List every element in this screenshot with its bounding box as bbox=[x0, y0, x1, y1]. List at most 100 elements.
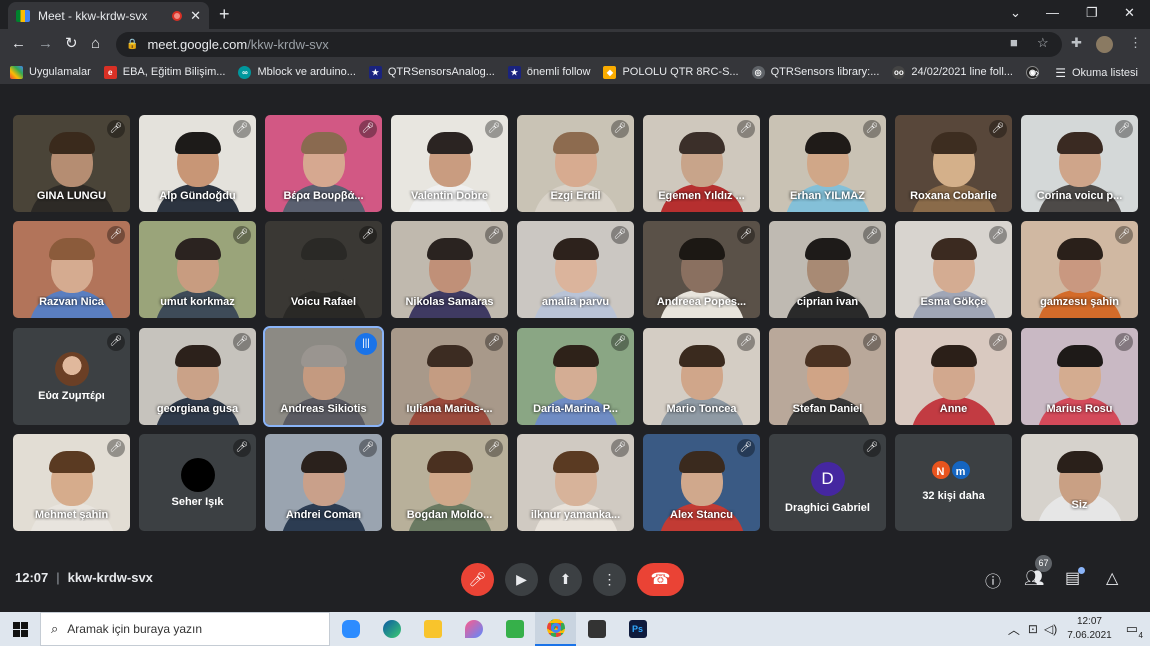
participant-tile[interactable]: 🎤︎ Egemen Yıldız ... bbox=[643, 115, 760, 212]
minimize-button[interactable]: — bbox=[1046, 5, 1059, 20]
tray-chevron-icon[interactable]: ︿ bbox=[1008, 621, 1020, 638]
leave-call-button[interactable]: ☎ bbox=[637, 563, 684, 596]
participant-tile[interactable]: 🎤︎ umut korkmaz bbox=[139, 221, 256, 318]
participant-tile[interactable]: 🎤︎ Iuliana Marius-... bbox=[391, 328, 508, 425]
camtasia-app[interactable] bbox=[494, 612, 535, 646]
mic-off-icon: 🎤︎ bbox=[989, 226, 1007, 244]
avatar-initial: D bbox=[810, 462, 845, 496]
participant-tile[interactable]: Siz bbox=[1021, 434, 1138, 521]
participant-tile[interactable]: 🎤︎ Nikolas Samaras bbox=[391, 221, 508, 318]
participant-tile-seher[interactable]: 🎤︎ Seher Işık bbox=[139, 434, 256, 531]
participant-tile[interactable]: 🎤︎ Bogdan Moldo... bbox=[391, 434, 508, 531]
more-options-button[interactable]: ⋮ bbox=[593, 563, 626, 596]
participant-tile[interactable]: 🎤︎ Voicu Rafael bbox=[265, 221, 382, 318]
participant-tile[interactable]: 🎤︎ GINA LUNGU bbox=[13, 115, 130, 212]
bookmark-eba[interactable]: e EBA, Eğitim Bilişim... bbox=[103, 65, 225, 79]
notification-center-icon[interactable]: ▭ 4 bbox=[1126, 621, 1143, 640]
bookmark-star-icon[interactable]: ☆ bbox=[1037, 35, 1049, 51]
chrome-app[interactable] bbox=[535, 612, 576, 646]
participant-tile[interactable]: 🎤︎ ilknur yamanka... bbox=[517, 434, 634, 531]
participant-tile[interactable]: 🎤︎ Erhan YILMAZ bbox=[769, 115, 886, 212]
paint3d-app[interactable] bbox=[453, 612, 494, 646]
browser-tab[interactable]: Meet - kkw-krdw-svx ✕ bbox=[8, 2, 209, 29]
bookmarks-overflow-button[interactable]: » bbox=[1032, 65, 1039, 80]
participant-tile[interactable]: ||| Andreas Sikiotis bbox=[263, 326, 384, 427]
tab-search-icon[interactable]: ⌄ bbox=[1010, 5, 1021, 21]
mic-off-icon: 🎤︎ bbox=[1115, 120, 1133, 138]
participant-name: Erhan YILMAZ bbox=[790, 190, 865, 202]
bookmark-pololu[interactable]: ◆ POLOLU QTR 8RC-S... bbox=[603, 65, 739, 79]
extensions-icon[interactable]: ✚ bbox=[1071, 35, 1082, 51]
reading-list-button[interactable]: Okuma listesi bbox=[1072, 67, 1138, 79]
bookmark-label: önemli follow bbox=[526, 66, 591, 78]
present-screen-button[interactable]: ⬆ bbox=[549, 563, 582, 596]
volume-icon[interactable]: ◁) bbox=[1044, 622, 1057, 636]
participant-tile[interactable]: 🎤︎ Mario Toncea bbox=[643, 328, 760, 425]
taskbar-search-box[interactable]: ⌕ Aramak için buraya yazın bbox=[40, 612, 330, 646]
participant-tile[interactable]: 🎤︎ Mehmet şahin bbox=[13, 434, 130, 531]
zoom-app[interactable] bbox=[330, 612, 371, 646]
store-app[interactable] bbox=[576, 612, 617, 646]
participant-hair bbox=[426, 238, 473, 260]
mic-toggle-button[interactable]: 🎤︎ bbox=[461, 563, 494, 596]
forward-icon[interactable]: → bbox=[38, 35, 53, 53]
participant-tile[interactable]: 🎤︎ Stefan Daniel bbox=[769, 328, 886, 425]
participant-tile[interactable]: 🎤︎ Alp Gündoğdu bbox=[139, 115, 256, 212]
participant-tile[interactable]: 🎤︎ Corina voicu p... bbox=[1021, 115, 1138, 212]
participant-tile[interactable]: 🎤︎ ciprian ivan bbox=[769, 221, 886, 318]
bookmark-qtr-analog[interactable]: ★ QTRSensorsAnalog... bbox=[368, 65, 495, 79]
more-participants-tile[interactable]: N m 32 kişi daha bbox=[895, 434, 1012, 531]
bookmark-mblock[interactable]: ∞ Mblock ve arduino... bbox=[238, 65, 356, 79]
network-icon[interactable]: ⊡ bbox=[1028, 622, 1038, 636]
home-icon[interactable]: ⌂ bbox=[91, 35, 100, 53]
bookmark-line-follow[interactable]: oo 24/02/2021 line foll... bbox=[892, 65, 1013, 79]
camera-icon[interactable]: ■ bbox=[1010, 35, 1018, 50]
activities-icon[interactable]: △ bbox=[1106, 568, 1118, 588]
bookmark-apps[interactable]: Uygulamalar bbox=[10, 65, 91, 79]
address-bar[interactable]: 🔒 meet.google.com/kkw-krdw-svx bbox=[116, 32, 1062, 57]
close-tab-icon[interactable]: ✕ bbox=[190, 8, 201, 24]
participant-tile[interactable]: 🎤︎ Βέρα Βουρβά... bbox=[265, 115, 382, 212]
participant-name: Mario Toncea bbox=[666, 403, 737, 415]
camera-toggle-button[interactable]: ▶ bbox=[505, 563, 538, 596]
meeting-grid: 🎤︎ Εύα Ζυμπέρι 🎤︎ Seher Işık 🎤︎ D Draghi… bbox=[0, 86, 1150, 612]
new-tab-button[interactable]: + bbox=[219, 5, 230, 23]
participant-tile[interactable]: 🎤︎ Ezgi Erdil bbox=[517, 115, 634, 212]
participant-tile[interactable]: 🎤︎ gamzesu şahin bbox=[1021, 221, 1138, 318]
participant-tile[interactable]: 🎤︎ Esma Gökçe bbox=[895, 221, 1012, 318]
participant-tile[interactable]: 🎤︎ georgiana gusa bbox=[139, 328, 256, 425]
tripadvisor-icon: oo bbox=[892, 65, 906, 79]
search-icon: ⌕ bbox=[51, 621, 59, 636]
participant-tile[interactable]: 🎤︎ Alex Stancu bbox=[643, 434, 760, 531]
back-icon[interactable]: ← bbox=[11, 35, 26, 53]
participant-tile[interactable]: 🎤︎ Daria-Marina P... bbox=[517, 328, 634, 425]
participant-hair bbox=[804, 345, 851, 367]
zoom-icon bbox=[341, 620, 360, 638]
windows-start-button[interactable] bbox=[0, 612, 40, 646]
taskbar-clock[interactable]: 12:07 7.06.2021 bbox=[1067, 615, 1112, 643]
reload-icon[interactable]: ↻ bbox=[65, 35, 78, 53]
participant-tile[interactable]: 🎤︎ Andreea Popes... bbox=[643, 221, 760, 318]
participant-tile[interactable]: 🎤︎ amalia parvu bbox=[517, 221, 634, 318]
menu-kebab-icon[interactable]: ⋮ bbox=[1129, 35, 1142, 51]
edge-app[interactable] bbox=[371, 612, 412, 646]
close-window-button[interactable]: ✕ bbox=[1124, 5, 1135, 21]
participant-tile[interactable]: 🎤︎ Roxana Cobarlie bbox=[895, 115, 1012, 212]
participant-tile[interactable]: 🎤︎ Razvan Nica bbox=[13, 221, 130, 318]
participant-tile-draghici[interactable]: 🎤︎ D Draghici Gabriel bbox=[769, 434, 886, 531]
photoshop-app[interactable]: Ps bbox=[617, 612, 658, 646]
profile-avatar[interactable] bbox=[1096, 36, 1113, 53]
bookmark-onemli[interactable]: ★ önemli follow bbox=[507, 65, 591, 79]
maximize-button[interactable]: ❐ bbox=[1086, 5, 1098, 21]
meeting-details-icon[interactable]: ⓘ bbox=[985, 568, 1001, 592]
participant-tile[interactable]: 🎤︎ Valentin Dobre bbox=[391, 115, 508, 212]
avatar-chips: N m bbox=[929, 459, 972, 481]
bookmark-qtr-library[interactable]: ◎ QTRSensors library:... bbox=[751, 65, 879, 79]
participant-tile[interactable]: 🎤︎ Andrei Coman bbox=[265, 434, 382, 531]
participant-tile-eua[interactable]: 🎤︎ Εύα Ζυμπέρι bbox=[13, 328, 130, 425]
participant-tile[interactable]: 🎤︎ Marius Rosu bbox=[1021, 328, 1138, 425]
participant-tile[interactable]: 🎤︎ Anne bbox=[895, 328, 1012, 425]
mic-off-icon: 🎤︎ bbox=[359, 439, 377, 457]
file-explorer-app[interactable] bbox=[412, 612, 453, 646]
avatar bbox=[180, 458, 215, 492]
